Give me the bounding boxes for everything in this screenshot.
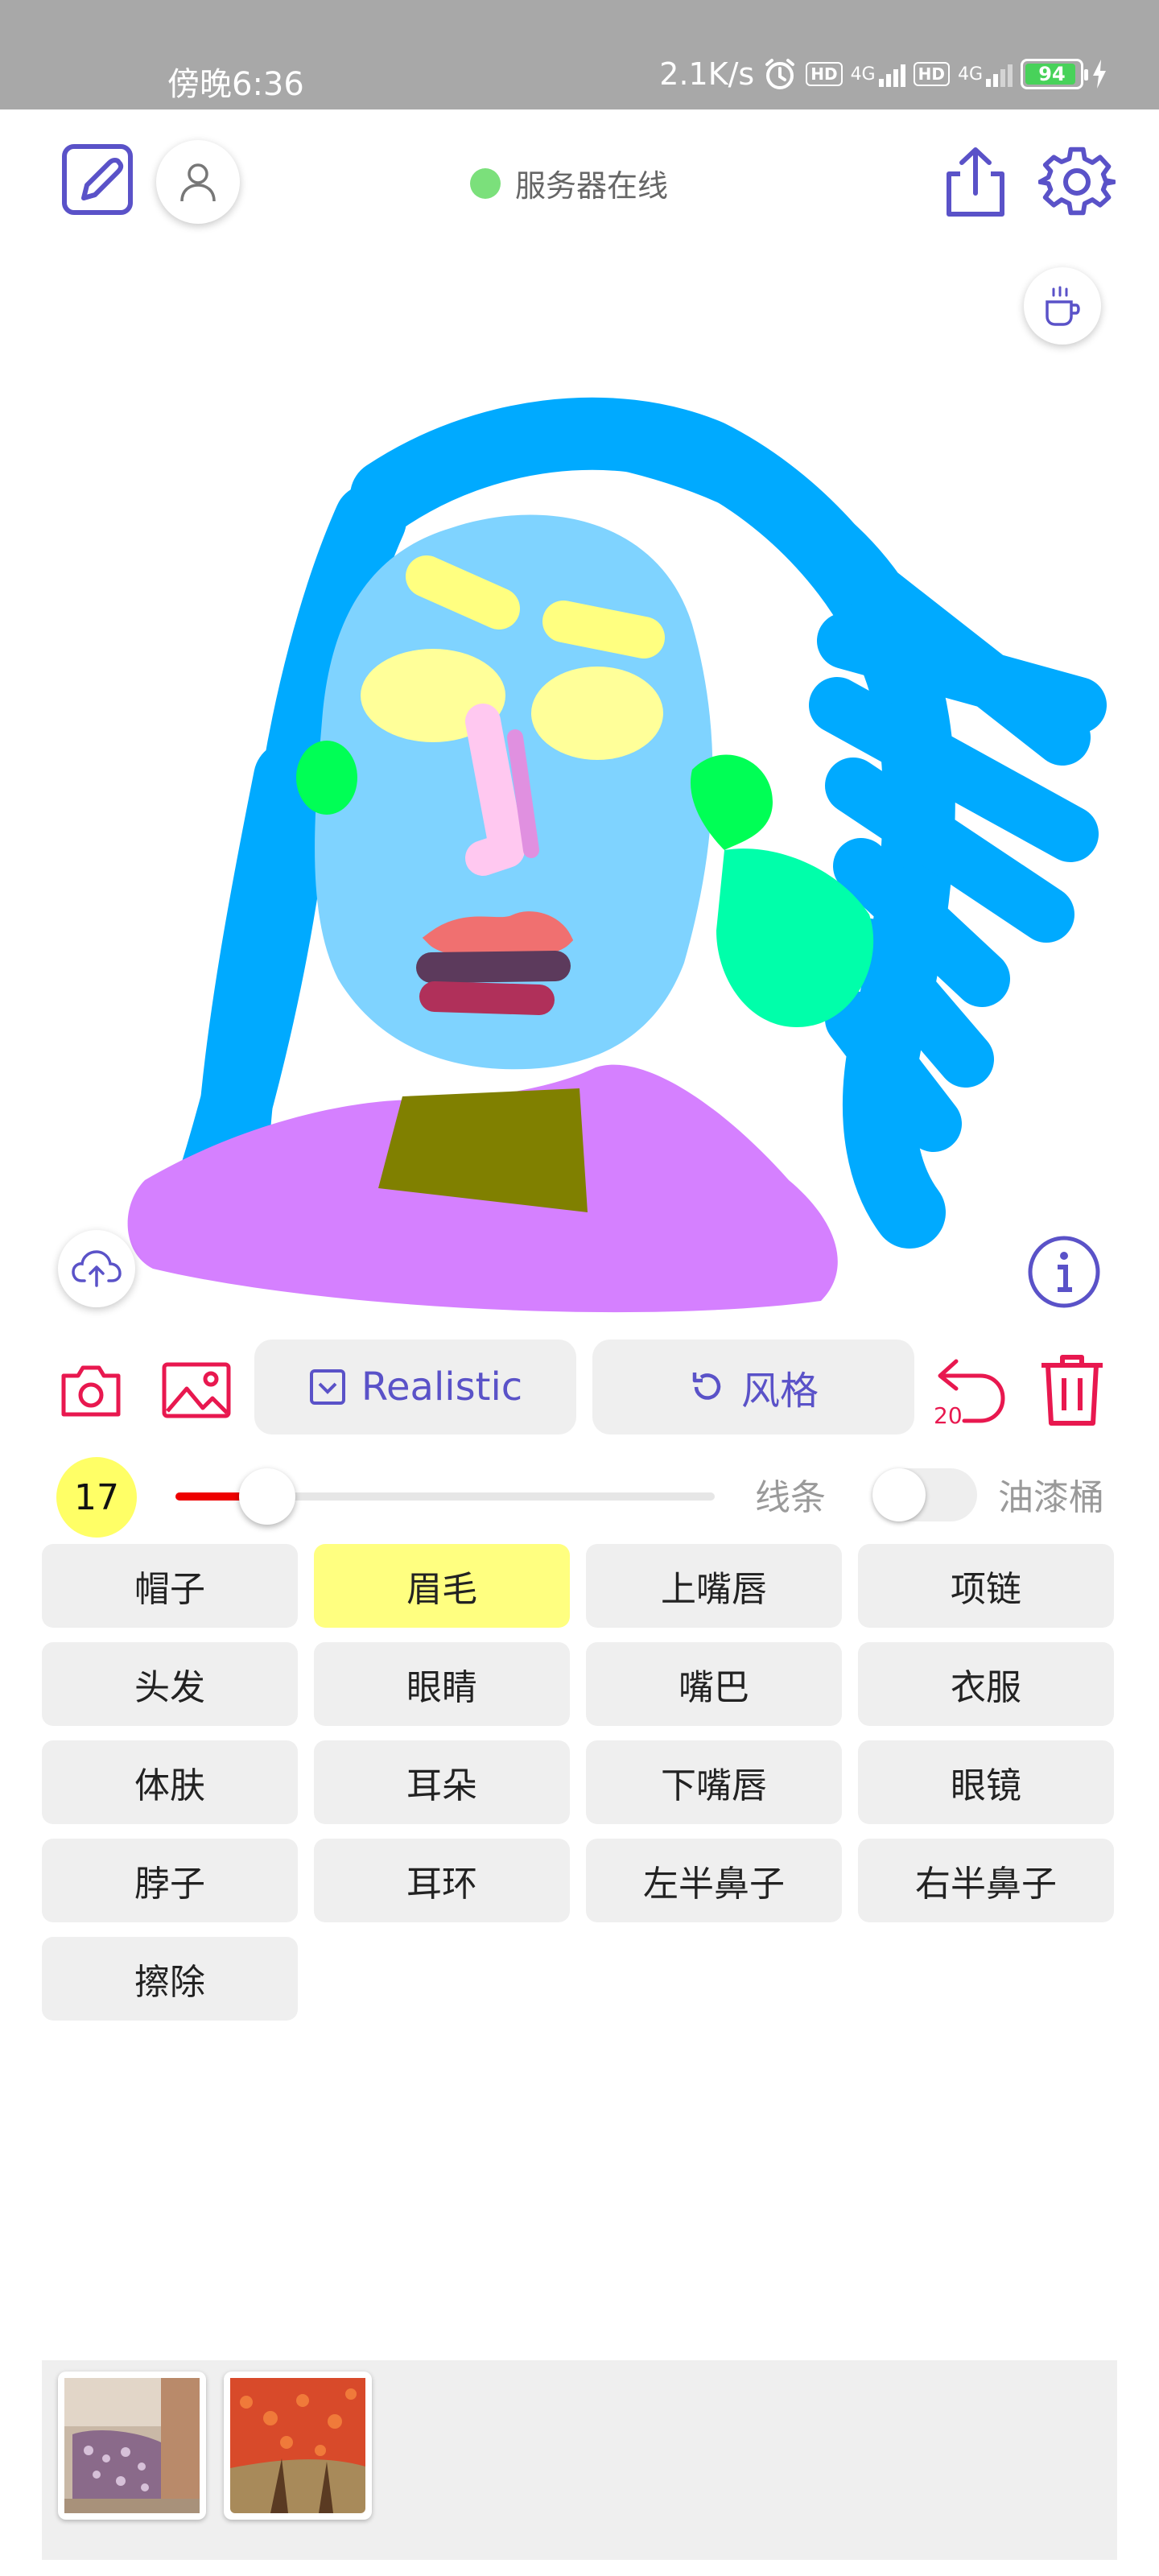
refresh-icon [692, 1373, 721, 1400]
slider-thumb[interactable] [239, 1468, 295, 1525]
server-status-label: 服务器在线 [515, 168, 669, 204]
realistic-style-toggle[interactable]: Realistic [254, 1340, 576, 1435]
style-label: 风格 [740, 1368, 819, 1414]
status-time: 傍晚6:36 [167, 66, 304, 103]
upload-button[interactable] [58, 1230, 135, 1307]
status-indicators: 2.1K/s HD 4G HD 4G 94 [659, 56, 1107, 92]
part-button[interactable]: 下嘴唇 [586, 1740, 842, 1824]
server-status: 服务器在线 [470, 161, 668, 205]
hd-badge: HD [806, 62, 843, 86]
part-button[interactable]: 脖子 [42, 1839, 298, 1922]
part-button[interactable]: 头发 [42, 1642, 298, 1726]
thumbnail-image [64, 2378, 200, 2513]
tool-row: Realistic 风格 20 [0, 1336, 1159, 1441]
upper-lip [422, 911, 574, 959]
network-type-2: 4G [957, 64, 983, 85]
style-button[interactable]: 风格 [592, 1340, 914, 1435]
part-button[interactable]: 眉毛 [314, 1544, 570, 1628]
camera-icon [61, 1365, 121, 1417]
battery-icon: 94 [1021, 59, 1088, 89]
thumbnail-image [230, 2378, 365, 2513]
cloud-upload-icon [72, 1250, 122, 1287]
part-button[interactable]: 右半鼻子 [858, 1839, 1114, 1922]
brush-size-slider[interactable] [175, 1468, 715, 1525]
bucket-mode-label: 油漆桶 [998, 1477, 1104, 1518]
info-icon [1028, 1236, 1100, 1308]
alarm-icon [765, 59, 795, 89]
toggle-knob [872, 1468, 926, 1521]
part-button[interactable]: 耳环 [314, 1839, 570, 1922]
part-button[interactable]: 帽子 [42, 1544, 298, 1628]
part-button[interactable]: 上嘴唇 [586, 1544, 842, 1628]
trash-icon [1041, 1355, 1103, 1426]
settings-button[interactable] [1037, 142, 1117, 222]
brush-controls: 17 线条 油漆桶 [0, 1449, 1159, 1538]
share-icon [947, 147, 1004, 217]
part-button[interactable]: 左半鼻子 [586, 1839, 842, 1922]
part-button[interactable]: 眼镜 [858, 1740, 1114, 1824]
part-button[interactable]: 项链 [858, 1544, 1114, 1628]
hd-badge-2: HD [913, 62, 950, 86]
battery-level: 94 [1038, 63, 1066, 85]
realistic-label: Realistic [361, 1364, 523, 1410]
line-mode-label: 线条 [755, 1477, 826, 1518]
part-button[interactable]: 眼睛 [314, 1642, 570, 1726]
drawing-canvas[interactable] [0, 254, 1159, 1325]
lower-lip [419, 981, 555, 1015]
history-thumbnail[interactable] [224, 2372, 372, 2520]
sketch-drawing [127, 397, 1107, 1313]
part-button[interactable]: 耳朵 [314, 1740, 570, 1824]
checkbox-icon [309, 1369, 345, 1405]
undo-button[interactable]: 20 [930, 1352, 1011, 1433]
status-bar: 傍晚6:36 2.1K/s HD 4G HD 4G 94 [0, 0, 1159, 109]
gear-icon [1038, 147, 1116, 216]
edit-icon [62, 144, 133, 215]
new-drawing-button[interactable] [58, 138, 138, 219]
part-selector: 帽子 眉毛 上嘴唇 项链 头发 眼睛 嘴巴 衣服 体肤 耳朵 下嘴唇 眼镜 脖子… [42, 1544, 1116, 2021]
info-button[interactable] [1025, 1233, 1103, 1311]
part-button[interactable]: 擦除 [42, 1937, 298, 2021]
net-speed: 2.1K/s [659, 56, 755, 92]
clear-button[interactable] [1033, 1351, 1111, 1431]
bucket-mode-toggle[interactable] [872, 1468, 977, 1521]
gallery-button[interactable] [158, 1354, 235, 1426]
brush-size-value: 17 [56, 1457, 137, 1538]
signal-icon [878, 61, 905, 87]
charging-icon [1093, 60, 1106, 89]
server-status-dot [470, 167, 501, 199]
camera-button[interactable] [55, 1354, 127, 1426]
part-button[interactable]: 衣服 [858, 1642, 1114, 1726]
signal-icon-2 [986, 61, 1013, 87]
image-icon [162, 1362, 231, 1418]
network-type: 4G [850, 64, 876, 85]
history-strip [42, 2360, 1117, 2560]
mouth [416, 951, 571, 983]
share-button[interactable] [935, 142, 1016, 222]
history-thumbnail[interactable] [58, 2372, 206, 2520]
user-icon [180, 163, 216, 202]
account-button[interactable] [156, 140, 240, 224]
part-button[interactable]: 体肤 [42, 1740, 298, 1824]
top-bar: 服务器在线 [0, 109, 1159, 345]
undo-count: 20 [934, 1402, 963, 1429]
part-button[interactable]: 嘴巴 [586, 1642, 842, 1726]
